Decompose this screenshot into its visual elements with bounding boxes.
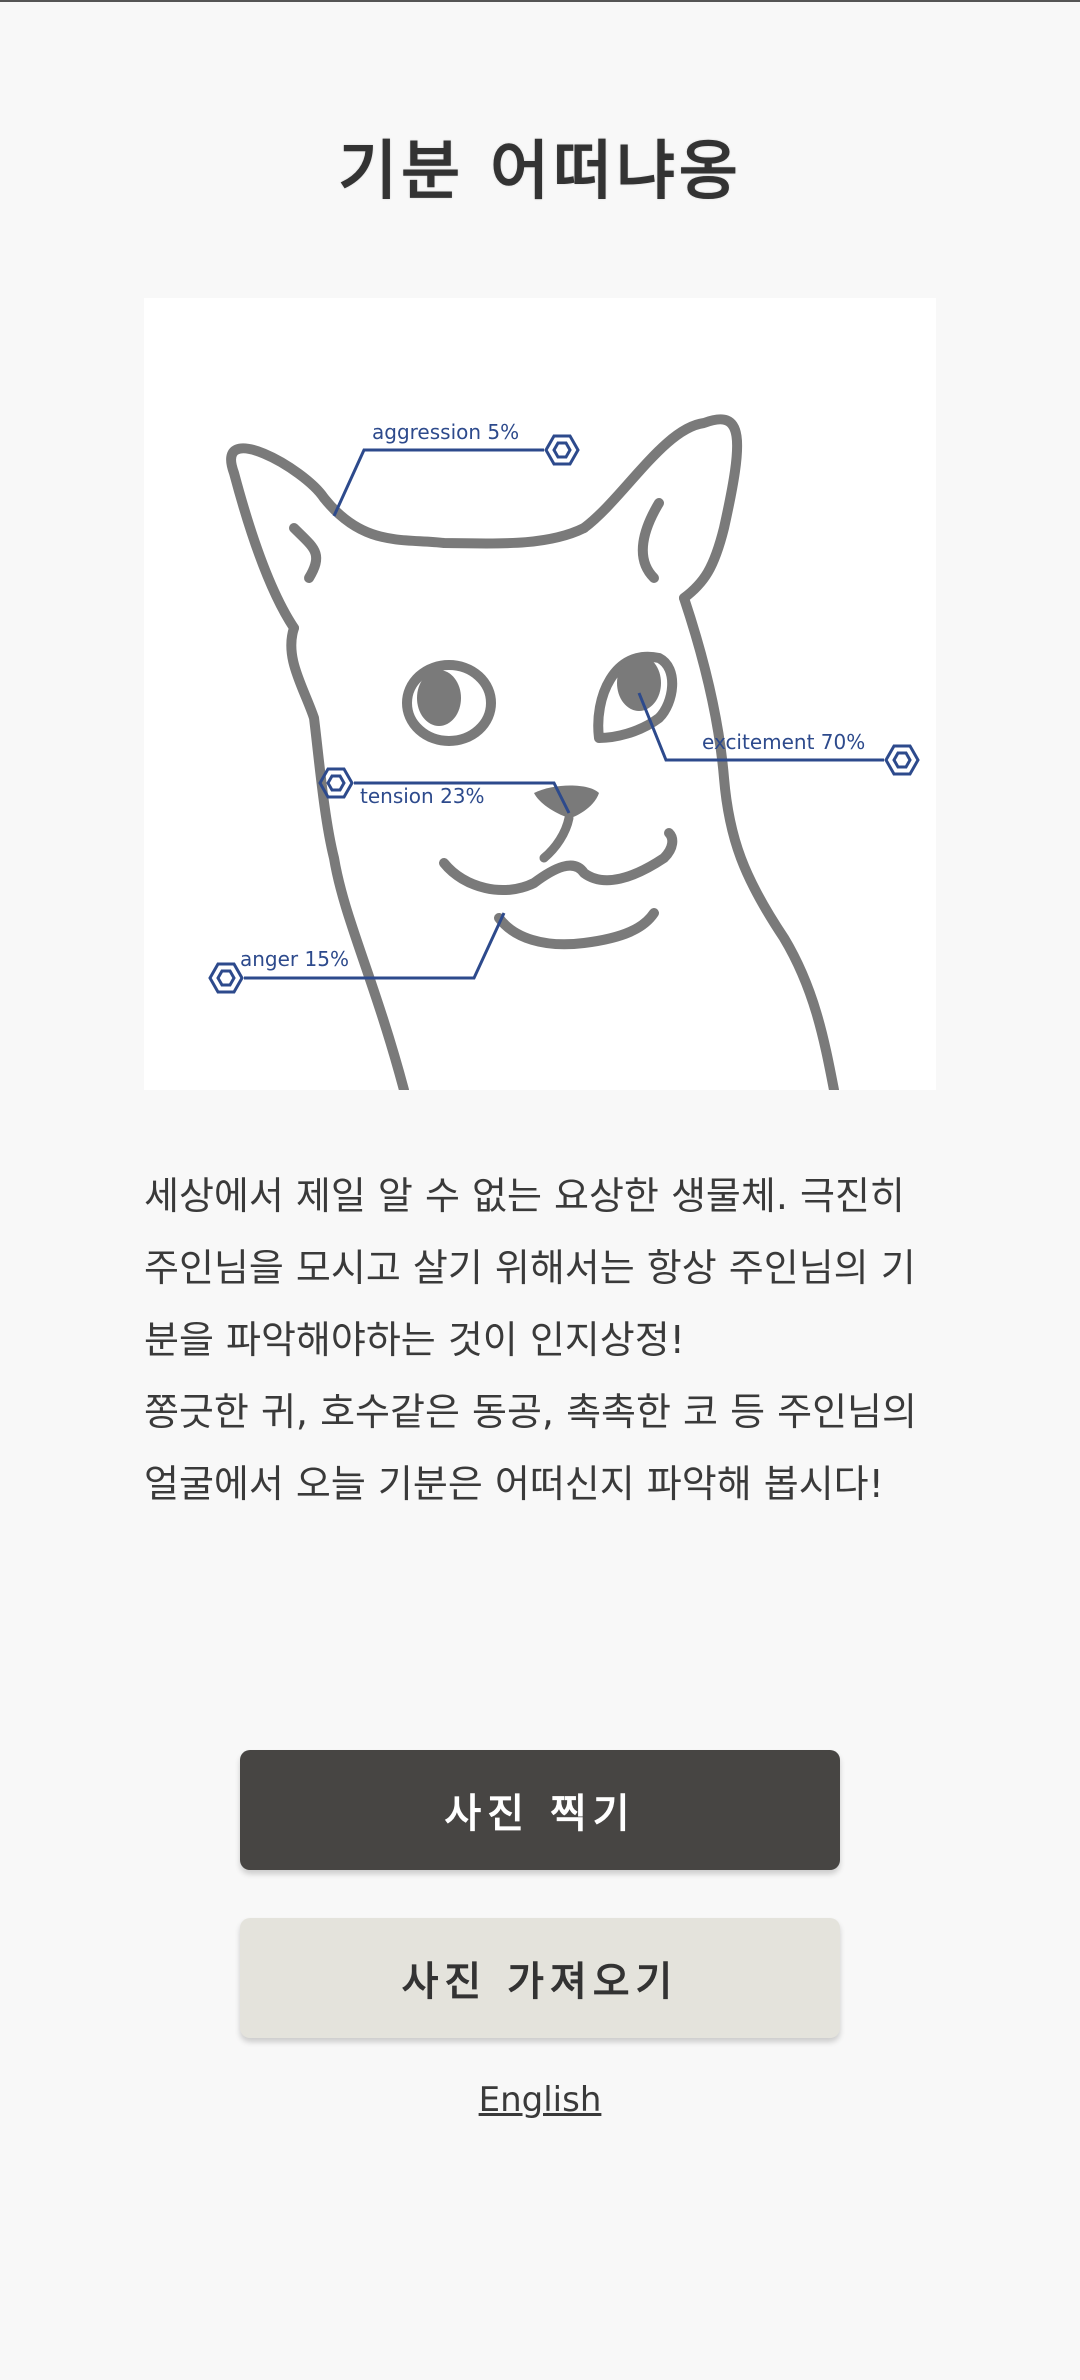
cat-head-top [319, 493, 589, 549]
cat-right-pupil [617, 655, 661, 711]
cat-nose [534, 785, 599, 818]
label-tension: tension 23% [360, 784, 485, 808]
label-aggression: aggression 5% [372, 420, 519, 444]
import-photo-button[interactable]: 사진 가져오기 [240, 1918, 840, 2038]
cat-right-body [679, 593, 839, 1090]
cat-right-ear-inner [637, 498, 664, 583]
description-paragraph-1: 세상에서 제일 알 수 없는 요상한 생물체. 극진히 주인님을 모시고 살기 … [144, 1174, 916, 1362]
cat-left-pupil [417, 670, 461, 726]
cat-left-ear-inner [289, 523, 322, 583]
english-link[interactable]: English [479, 2080, 602, 2120]
cat-left-body [286, 623, 409, 1090]
page-title: 기분 어떠냐옹 [338, 135, 742, 209]
take-photo-button[interactable]: 사진 찍기 [240, 1750, 840, 1870]
top-border [0, 0, 1080, 2]
label-excitement: excitement 70% [702, 730, 865, 754]
label-anger: anger 15% [240, 947, 349, 971]
description-text: 세상에서 제일 알 수 없는 요상한 생물체. 극진히 주인님을 모시고 살기 … [144, 1160, 944, 1520]
language-switch: English [0, 2080, 1080, 2120]
cat-chin [494, 908, 659, 950]
description-paragraph-2: 쫑긋한 귀, 호수같은 동공, 촉촉한 코 등 주인님의 얼굴에서 오늘 기분은… [144, 1390, 917, 1506]
cat-emotion-illustration: aggression 5% excitement 70% tension 23%… [144, 298, 936, 1090]
